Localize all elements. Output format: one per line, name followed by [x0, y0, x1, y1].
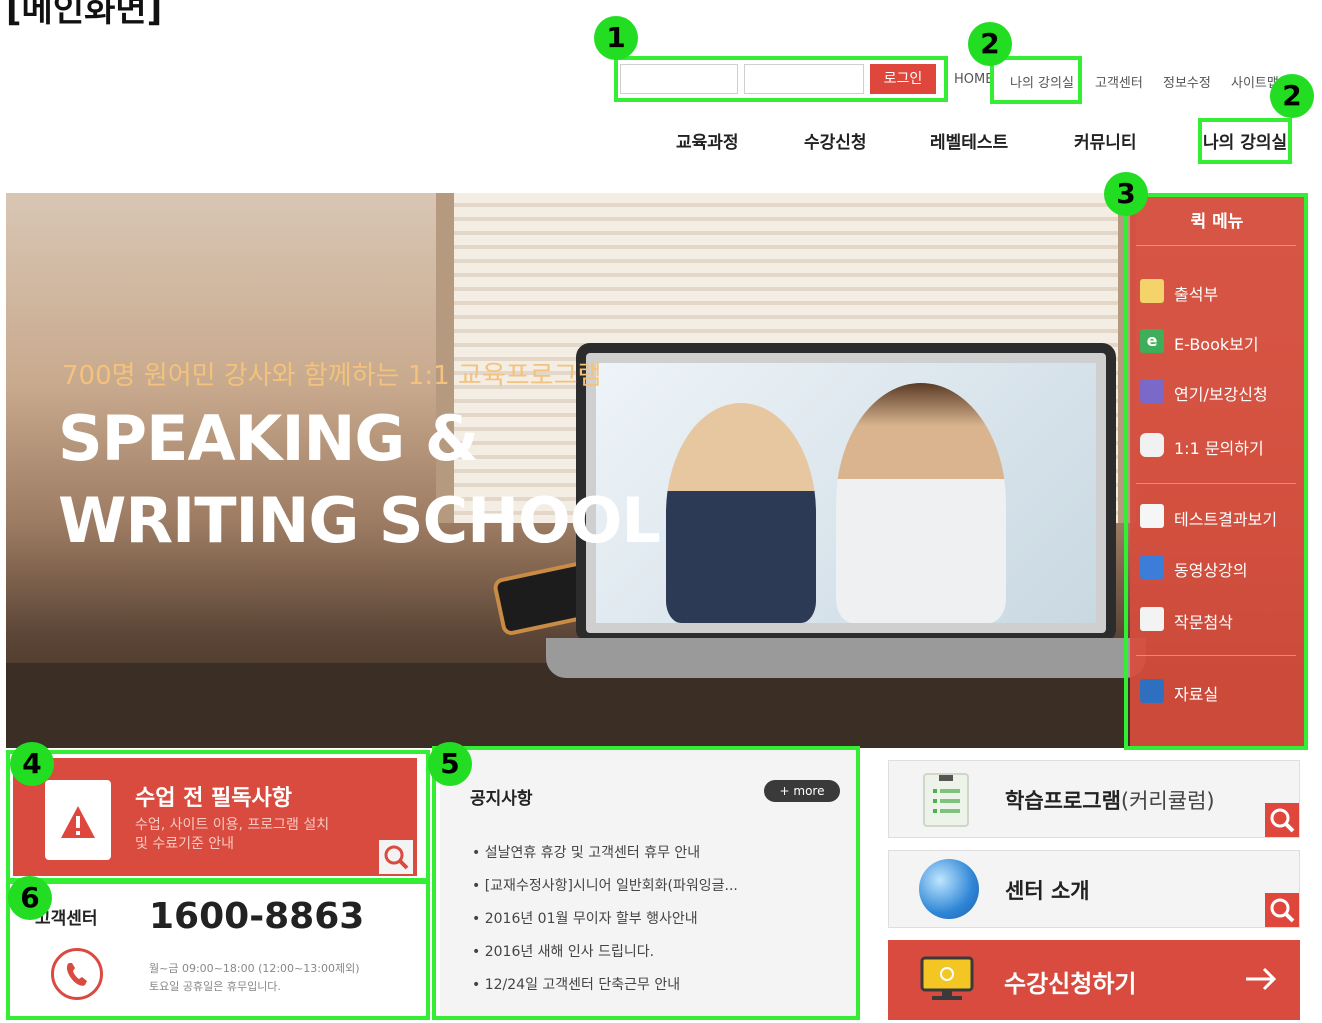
clipboard-icon [923, 773, 969, 827]
util-link-home[interactable]: HOME [954, 72, 993, 87]
annotation-box-notice [432, 746, 860, 1020]
annotation-box-customer-center [6, 880, 430, 1020]
globe-icon [919, 859, 979, 919]
center-intro-card[interactable]: 센터 소개 [888, 850, 1300, 928]
hero-subtitle: 700명 원어민 강사와 함께하는 1:1 교육프로그램 [62, 361, 602, 391]
gnb-enroll[interactable]: 수강신청 [804, 128, 867, 153]
annotation-badge-6: 6 [8, 876, 52, 920]
learning-program-title: 학습프로그램 [1005, 789, 1121, 813]
apply-course-button[interactable]: 수강신청하기 [888, 940, 1300, 1020]
hero-title: SPEAKING & WRITING SCHOOL [58, 398, 661, 562]
gnb-level-test[interactable]: 레벨테스트 [930, 128, 1008, 153]
annotation-box-login [614, 56, 948, 102]
annotation-badge-3: 3 [1104, 172, 1148, 216]
annotation-box-quick-menu [1124, 193, 1308, 750]
monitor-icon [918, 956, 976, 1002]
hero-title-line1: SPEAKING & [58, 402, 479, 475]
annotation-badge-4: 4 [10, 742, 54, 786]
annotation-badge-2: 2 [968, 22, 1012, 66]
util-link-customer-center[interactable]: 고객센터 [1095, 72, 1143, 91]
annotation-box-my-classroom-gnb [1198, 118, 1292, 164]
search-icon[interactable] [1265, 803, 1299, 837]
util-link-edit-info[interactable]: 정보수정 [1163, 72, 1211, 91]
learning-program-label: 학습프로그램(커리큘럼) [1005, 785, 1215, 815]
annotation-box-my-classroom-util [990, 56, 1082, 104]
search-icon[interactable] [1265, 893, 1299, 927]
hero-banner: 700명 원어민 강사와 함께하는 1:1 교육프로그램 SPEAKING & … [6, 193, 1304, 748]
annotation-box-must-read [6, 750, 430, 882]
annotation-badge-1: 1 [594, 16, 638, 60]
tutor-woman-image [666, 403, 816, 623]
tutor-man-image [836, 383, 1006, 623]
apply-course-label: 수강신청하기 [1004, 970, 1137, 998]
learning-program-card[interactable]: 학습프로그램(커리큘럼) [888, 760, 1300, 838]
center-intro-label: 센터 소개 [1005, 879, 1090, 903]
hero-title-line2: WRITING SCHOOL [58, 484, 661, 557]
gnb-courses[interactable]: 교육과정 [676, 128, 739, 153]
laptop-base [546, 638, 1146, 678]
learning-program-suffix: (커리큘럼) [1120, 789, 1215, 813]
annotation-badge-2b: 2 [1270, 74, 1314, 118]
annotation-badge-5: 5 [428, 742, 472, 786]
page-caption: [메인화면] [6, 0, 163, 30]
gnb-community[interactable]: 커뮤니티 [1074, 128, 1137, 153]
arrow-right-icon [1244, 964, 1278, 998]
